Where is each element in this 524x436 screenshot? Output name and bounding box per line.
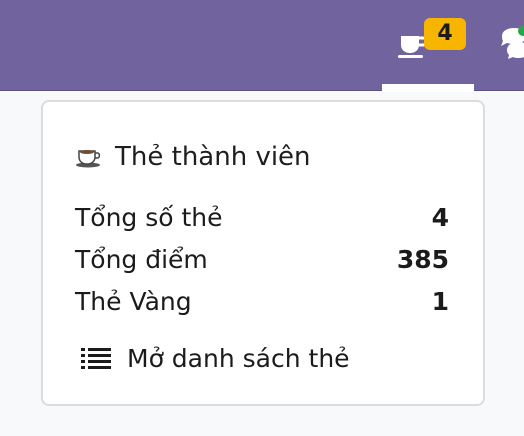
active-nav-indicator (382, 84, 474, 92)
stats-list: Tổng số thẻ 4 Tổng điểm 385 Thẻ Vàng 1 (75, 196, 449, 322)
top-navbar: 4 (0, 0, 524, 92)
status-dot (518, 26, 524, 36)
stat-value: 1 (431, 286, 449, 316)
stat-row-gold-cards: Thẻ Vàng 1 (75, 280, 449, 322)
dropdown-title: Thẻ thành viên (115, 142, 311, 172)
stat-row-total-points: Tổng điểm 385 (75, 238, 449, 280)
stat-label: Thẻ Vàng (75, 286, 192, 316)
dropdown-header: Thẻ thành viên (75, 142, 311, 172)
membership-dropdown: Thẻ thành viên Tổng số thẻ 4 Tổng điểm 3… (41, 100, 485, 406)
list-icon (81, 347, 111, 369)
notification-badge: 4 (424, 18, 466, 50)
stat-row-total-cards: Tổng số thẻ 4 (75, 196, 449, 238)
open-card-list-link[interactable]: Mở danh sách thẻ (81, 344, 350, 373)
stat-value: 385 (396, 244, 449, 274)
open-card-list-label: Mở danh sách thẻ (127, 344, 350, 373)
stat-value: 4 (431, 202, 449, 232)
coffee-cup-icon (76, 150, 101, 168)
stat-label: Tổng điểm (75, 244, 208, 274)
stat-label: Tổng số thẻ (75, 202, 223, 232)
